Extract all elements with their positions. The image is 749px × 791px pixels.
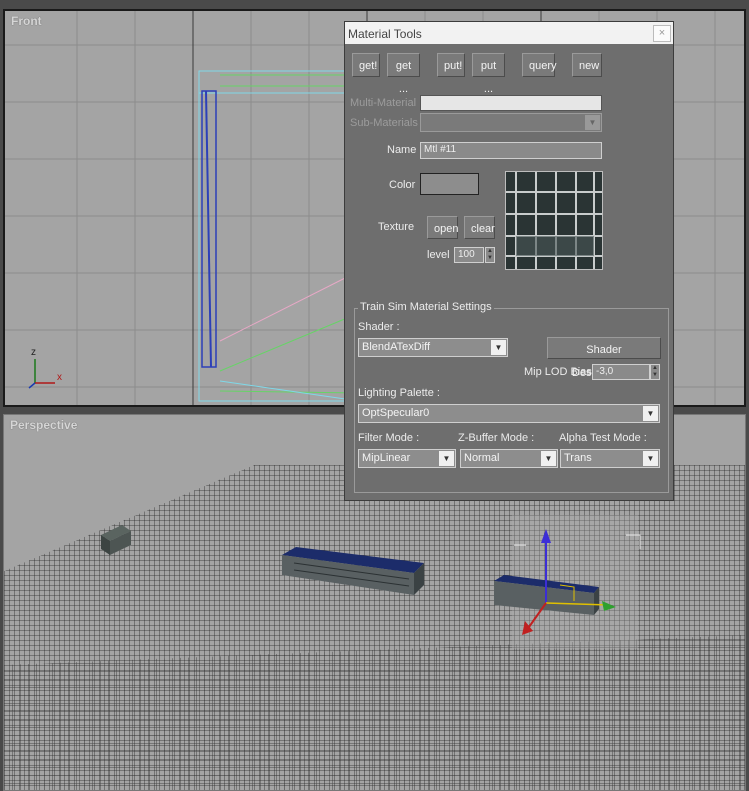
dropdown-arrow-icon: ▼ [439, 451, 454, 466]
z-buffer-mode-label: Z-Buffer Mode : [458, 432, 535, 444]
name-label: Name [387, 144, 417, 156]
multi-material-field[interactable] [420, 95, 602, 111]
mip-lod-spinner[interactable]: ▲ ▼ [650, 364, 660, 380]
axis-x-label: x [57, 372, 62, 383]
mip-lod-bias-field[interactable]: -3,0 [592, 364, 650, 380]
lighting-palette-dropdown[interactable]: OptSpecular0 ▼ [358, 404, 660, 423]
level-field[interactable]: 100 [454, 247, 484, 263]
color-label: Color [389, 179, 416, 191]
dropdown-arrow-icon: ▼ [585, 115, 600, 130]
building-middle-object [282, 547, 424, 595]
material-tools-dialog: Material Tools × get! get ... put! put .… [344, 21, 674, 501]
name-field[interactable]: Mtl #11 [420, 142, 602, 159]
dialog-title: Material Tools [348, 27, 422, 41]
shader-dropdown[interactable]: BlendATexDiff ▼ [358, 338, 508, 357]
shader-value: BlendATexDiff [362, 341, 431, 353]
put-button[interactable]: put! [437, 53, 465, 77]
multi-material-label: Multi-Material [350, 97, 417, 109]
get-button[interactable]: get! [352, 53, 380, 77]
spin-down-icon[interactable]: ▼ [651, 372, 659, 379]
new-button[interactable]: new [572, 53, 602, 77]
query-button[interactable]: query [522, 53, 557, 77]
spin-down-icon[interactable]: ▼ [486, 255, 494, 262]
spin-up-icon[interactable]: ▲ [486, 248, 494, 255]
lighting-palette-label: Lighting Palette : [358, 387, 440, 399]
axis-z-label: z [31, 347, 36, 358]
shader-label: Shader : [358, 321, 400, 333]
dropdown-arrow-icon: ▼ [643, 451, 658, 466]
put-more-button[interactable]: put ... [472, 53, 505, 95]
dropdown-arrow-icon: ▼ [541, 451, 556, 466]
front-viewport-label[interactable]: Front [11, 14, 42, 28]
alpha-test-mode-dropdown[interactable]: Trans ▼ [560, 449, 660, 468]
z-buffer-mode-dropdown[interactable]: Normal ▼ [460, 449, 558, 468]
sub-materials-dropdown[interactable]: ▼ [420, 113, 602, 132]
small-box-object [101, 525, 131, 555]
alpha-test-mode-value: Trans [564, 452, 592, 464]
close-icon[interactable]: × [653, 25, 671, 42]
sub-materials-label: Sub-Materials [350, 117, 418, 129]
level-label: level [427, 249, 450, 261]
level-spinner[interactable]: ▲ ▼ [485, 247, 495, 263]
dropdown-arrow-icon: ▼ [643, 406, 658, 421]
texture-window-image [506, 172, 602, 269]
clear-texture-button[interactable]: clear [464, 216, 495, 239]
z-buffer-mode-value: Normal [464, 452, 500, 464]
dialog-titlebar[interactable]: Material Tools × [345, 22, 673, 44]
lighting-palette-value: OptSpecular0 [362, 407, 430, 419]
texture-label: Texture [378, 221, 415, 233]
alpha-test-mode-label: Alpha Test Mode : [559, 432, 647, 444]
filter-mode-label: Filter Mode : [358, 432, 420, 444]
filter-mode-dropdown[interactable]: MipLinear ▼ [358, 449, 456, 468]
open-texture-button[interactable]: open [427, 216, 458, 239]
color-swatch[interactable] [420, 173, 479, 195]
texture-preview[interactable] [505, 171, 603, 270]
filter-mode-value: MipLinear [362, 452, 411, 464]
get-more-button[interactable]: get ... [387, 53, 420, 95]
spin-up-icon[interactable]: ▲ [651, 365, 659, 372]
mip-lod-bias-label: Mip LOD Bias [524, 366, 592, 378]
shader-description-button[interactable]: Shader Description... [547, 337, 661, 379]
train-sim-settings-title: Train Sim Material Settings [358, 301, 494, 313]
dropdown-arrow-icon: ▼ [491, 340, 506, 355]
